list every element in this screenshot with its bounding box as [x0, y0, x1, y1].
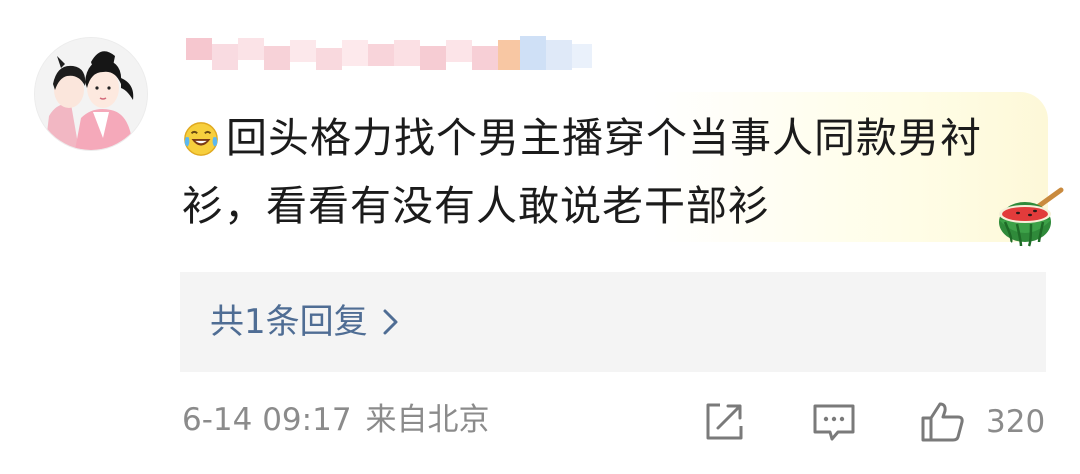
- replies-label: 共1条回复: [210, 302, 368, 342]
- comment-location: 来自北京: [365, 402, 490, 438]
- share-icon[interactable]: [700, 398, 748, 446]
- username-blurred[interactable]: [178, 30, 598, 82]
- chevron-right-icon: [383, 309, 398, 335]
- pixelated-username: [186, 36, 592, 70]
- replies-panel[interactable]: 共1条回复: [180, 272, 1046, 372]
- view-replies-link[interactable]: 共1条回复: [210, 298, 400, 346]
- thumbs-up-icon[interactable]: [918, 398, 966, 446]
- comment-icon[interactable]: [810, 398, 858, 446]
- laugh-cry-icon: [184, 122, 218, 156]
- comment-text: 回头格力找个男主播穿个当事人同款男衬 衫，看看有没有人敢说老干部衫: [182, 104, 1032, 240]
- comment-line-1: 回头格力找个男主播穿个当事人同款男衬: [226, 114, 982, 162]
- watermelon-icon: [999, 187, 1064, 247]
- avatar-illustration: [35, 38, 147, 150]
- comment-line-2: 衫，看看有没有人敢说老干部衫: [182, 182, 770, 230]
- comment-timestamp: 6-14 09:17: [182, 402, 352, 438]
- comment-meta: 6-14 09:17 来自北京: [182, 396, 490, 444]
- avatar[interactable]: [34, 37, 148, 151]
- like-count: 320: [986, 404, 1046, 440]
